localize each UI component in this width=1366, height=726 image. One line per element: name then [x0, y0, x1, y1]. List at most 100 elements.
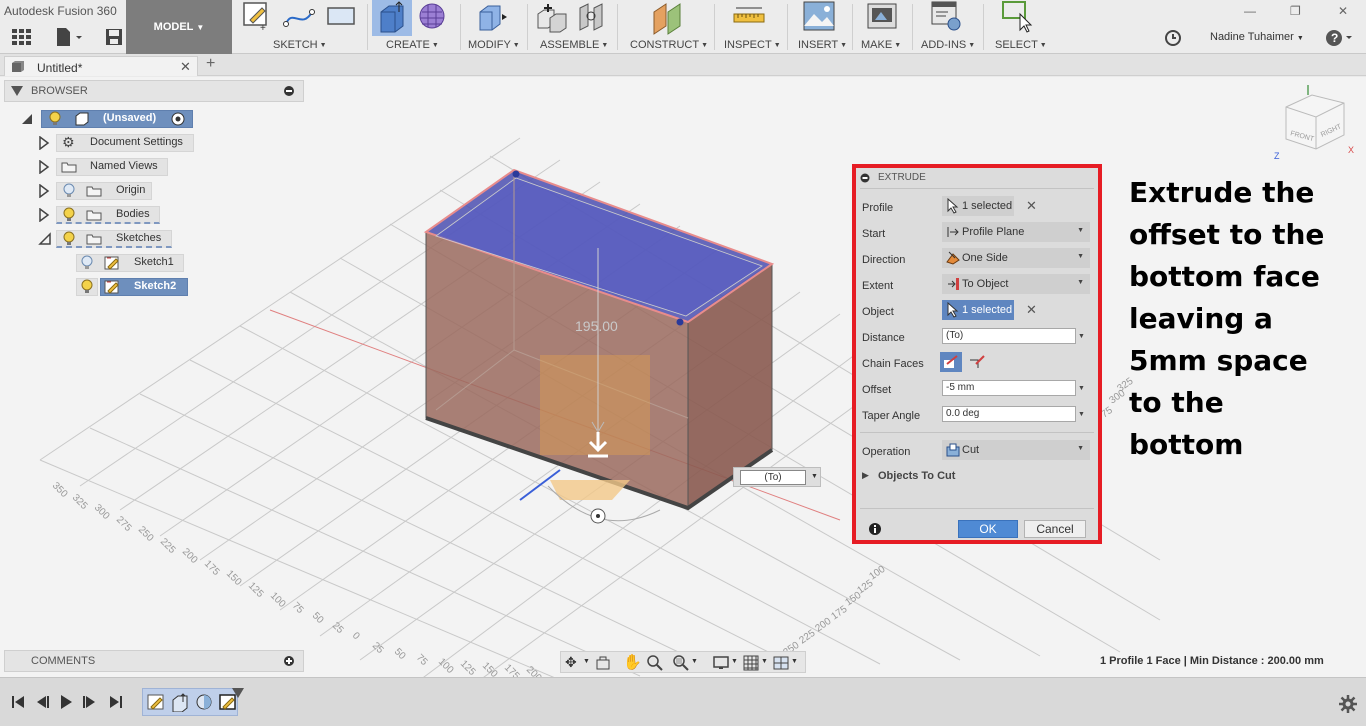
- browser-root-row[interactable]: (Unsaved): [0, 110, 200, 128]
- chevron-down-icon[interactable]: ▼: [1078, 333, 1085, 340]
- extrude-icon[interactable]: [375, 0, 409, 36]
- select-icon[interactable]: [1000, 0, 1034, 36]
- close-window-icon[interactable]: ✕: [1338, 4, 1348, 18]
- visibility-bulb-icon[interactable]: [48, 111, 62, 127]
- distance-input[interactable]: (To): [942, 328, 1076, 344]
- chevron-down-icon[interactable]: ▼: [583, 658, 590, 665]
- viewports-icon[interactable]: [773, 655, 789, 671]
- offset-input[interactable]: -5 mm: [942, 380, 1076, 396]
- form-icon[interactable]: [416, 0, 450, 36]
- browser-item-document-settings[interactable]: ⚙ Document Settings: [0, 134, 200, 152]
- new-tab-icon[interactable]: +: [206, 55, 215, 73]
- timeline-extrude-icon[interactable]: [170, 692, 190, 712]
- assemble-menu[interactable]: ASSEMBLE ▼: [540, 39, 608, 51]
- scripts-addins-icon[interactable]: [930, 0, 964, 36]
- addins-menu[interactable]: ADD-INS ▼: [921, 39, 975, 51]
- profile-selector[interactable]: 1 selected: [942, 196, 1014, 216]
- browser-item-sketch1[interactable]: Sketch1: [0, 254, 200, 272]
- browser-item-named-views[interactable]: Named Views: [0, 158, 200, 176]
- grid-settings-icon[interactable]: [743, 655, 759, 671]
- zoom-icon[interactable]: [647, 655, 663, 671]
- 3d-print-icon[interactable]: [865, 0, 899, 36]
- measure-icon[interactable]: [732, 0, 766, 36]
- browser-item-sketch2[interactable]: Sketch2: [0, 278, 200, 296]
- distance-input-popup[interactable]: (To) ▼: [733, 467, 821, 487]
- ok-button[interactable]: OK: [958, 520, 1018, 538]
- timeline-sketch-icon[interactable]: [146, 692, 166, 712]
- inspect-menu[interactable]: INSPECT ▼: [724, 39, 781, 51]
- operation-dropdown[interactable]: Cut ▼: [942, 440, 1090, 460]
- chevron-down-icon[interactable]: ▼: [761, 658, 768, 665]
- chevron-down-icon[interactable]: ▼: [791, 658, 798, 665]
- play-icon[interactable]: [58, 694, 74, 710]
- add-comment-icon[interactable]: [283, 655, 295, 667]
- create-menu[interactable]: CREATE ▼: [386, 39, 439, 51]
- start-dropdown[interactable]: Profile Plane ▼: [942, 222, 1090, 242]
- new-component-icon[interactable]: [534, 0, 568, 36]
- sketch-menu[interactable]: SKETCH ▼: [273, 39, 327, 51]
- help-icon[interactable]: ?: [1325, 28, 1355, 48]
- cancel-button[interactable]: Cancel: [1024, 520, 1086, 538]
- look-at-icon[interactable]: [595, 655, 611, 671]
- collapse-dialog-icon[interactable]: [860, 173, 870, 183]
- taper-angle-input[interactable]: 0.0 deg: [942, 406, 1076, 422]
- chevron-down-icon[interactable]: ▼: [811, 473, 818, 480]
- data-panel-grid-icon[interactable]: [10, 28, 32, 46]
- offset-plane-icon[interactable]: [650, 0, 684, 36]
- restore-window-icon[interactable]: ❐: [1290, 4, 1301, 18]
- expand-triangle-icon[interactable]: [38, 208, 50, 222]
- construct-menu[interactable]: CONSTRUCT ▼: [630, 39, 708, 51]
- chevron-down-icon[interactable]: ▼: [731, 658, 738, 665]
- press-pull-icon[interactable]: [474, 0, 508, 36]
- browser-item-sketches[interactable]: Sketches: [0, 230, 200, 248]
- extent-dropdown[interactable]: To Object ▼: [942, 274, 1090, 294]
- job-status-clock-icon[interactable]: [1163, 28, 1183, 48]
- save-icon[interactable]: [104, 27, 124, 47]
- go-to-start-icon[interactable]: [10, 694, 26, 710]
- go-to-end-icon[interactable]: [108, 694, 124, 710]
- browser-item-bodies[interactable]: Bodies: [0, 206, 200, 224]
- orbit-icon[interactable]: ✥: [565, 654, 577, 671]
- insert-menu[interactable]: INSERT ▼: [798, 39, 847, 51]
- timeline-shell-icon[interactable]: [194, 692, 214, 712]
- chevron-down-icon[interactable]: ▼: [691, 658, 698, 665]
- browser-item-origin[interactable]: Origin: [0, 182, 200, 200]
- info-icon[interactable]: [868, 522, 882, 536]
- modify-menu[interactable]: MODIFY ▼: [468, 39, 520, 51]
- distance-popup-input[interactable]: (To): [740, 470, 806, 485]
- close-tab-icon[interactable]: ✕: [180, 59, 191, 75]
- make-menu[interactable]: MAKE ▼: [861, 39, 901, 51]
- chevron-down-icon[interactable]: ▼: [1078, 385, 1085, 392]
- collapse-panel-icon[interactable]: [283, 85, 295, 97]
- rectangle-icon[interactable]: [324, 0, 358, 36]
- spline-icon[interactable]: [282, 0, 316, 36]
- document-tab[interactable]: Untitled* ✕: [4, 56, 198, 76]
- viewcube[interactable]: FRONT RIGHT Z X: [1272, 77, 1358, 163]
- activate-component-icon[interactable]: [171, 112, 185, 126]
- minimize-window-icon[interactable]: —: [1244, 4, 1256, 18]
- visibility-bulb-icon[interactable]: [62, 207, 76, 223]
- expand-triangle-icon[interactable]: [38, 160, 50, 174]
- step-forward-icon[interactable]: [82, 694, 98, 710]
- clear-profile-icon[interactable]: ✕: [1026, 198, 1037, 214]
- file-menu-icon[interactable]: [54, 27, 84, 47]
- clear-object-icon[interactable]: ✕: [1026, 302, 1037, 318]
- timeline-settings-gear-icon[interactable]: [1338, 694, 1358, 714]
- chevron-down-icon[interactable]: ▼: [1078, 411, 1085, 418]
- create-sketch-icon[interactable]: +: [240, 0, 274, 36]
- step-back-icon[interactable]: [34, 694, 50, 710]
- browser-toggle-icon[interactable]: [11, 86, 25, 98]
- chain-faces-on-button[interactable]: [940, 352, 962, 372]
- expand-triangle-icon[interactable]: [38, 184, 50, 198]
- objects-to-cut-toggle[interactable]: ▶ Objects To Cut: [862, 468, 1062, 486]
- select-menu[interactable]: SELECT ▼: [995, 39, 1047, 51]
- pan-hand-icon[interactable]: ✋: [623, 653, 642, 671]
- visibility-bulb-icon[interactable]: [80, 279, 94, 295]
- insert-image-icon[interactable]: [802, 0, 836, 36]
- user-account-menu[interactable]: Nadine Tuhaimer ▼: [1210, 31, 1304, 43]
- joint-icon[interactable]: [576, 0, 610, 36]
- chain-faces-off-icon[interactable]: [968, 354, 986, 370]
- display-settings-icon[interactable]: [713, 655, 729, 671]
- visibility-bulb-off-icon[interactable]: [80, 255, 94, 271]
- expand-triangle-icon[interactable]: [38, 136, 50, 150]
